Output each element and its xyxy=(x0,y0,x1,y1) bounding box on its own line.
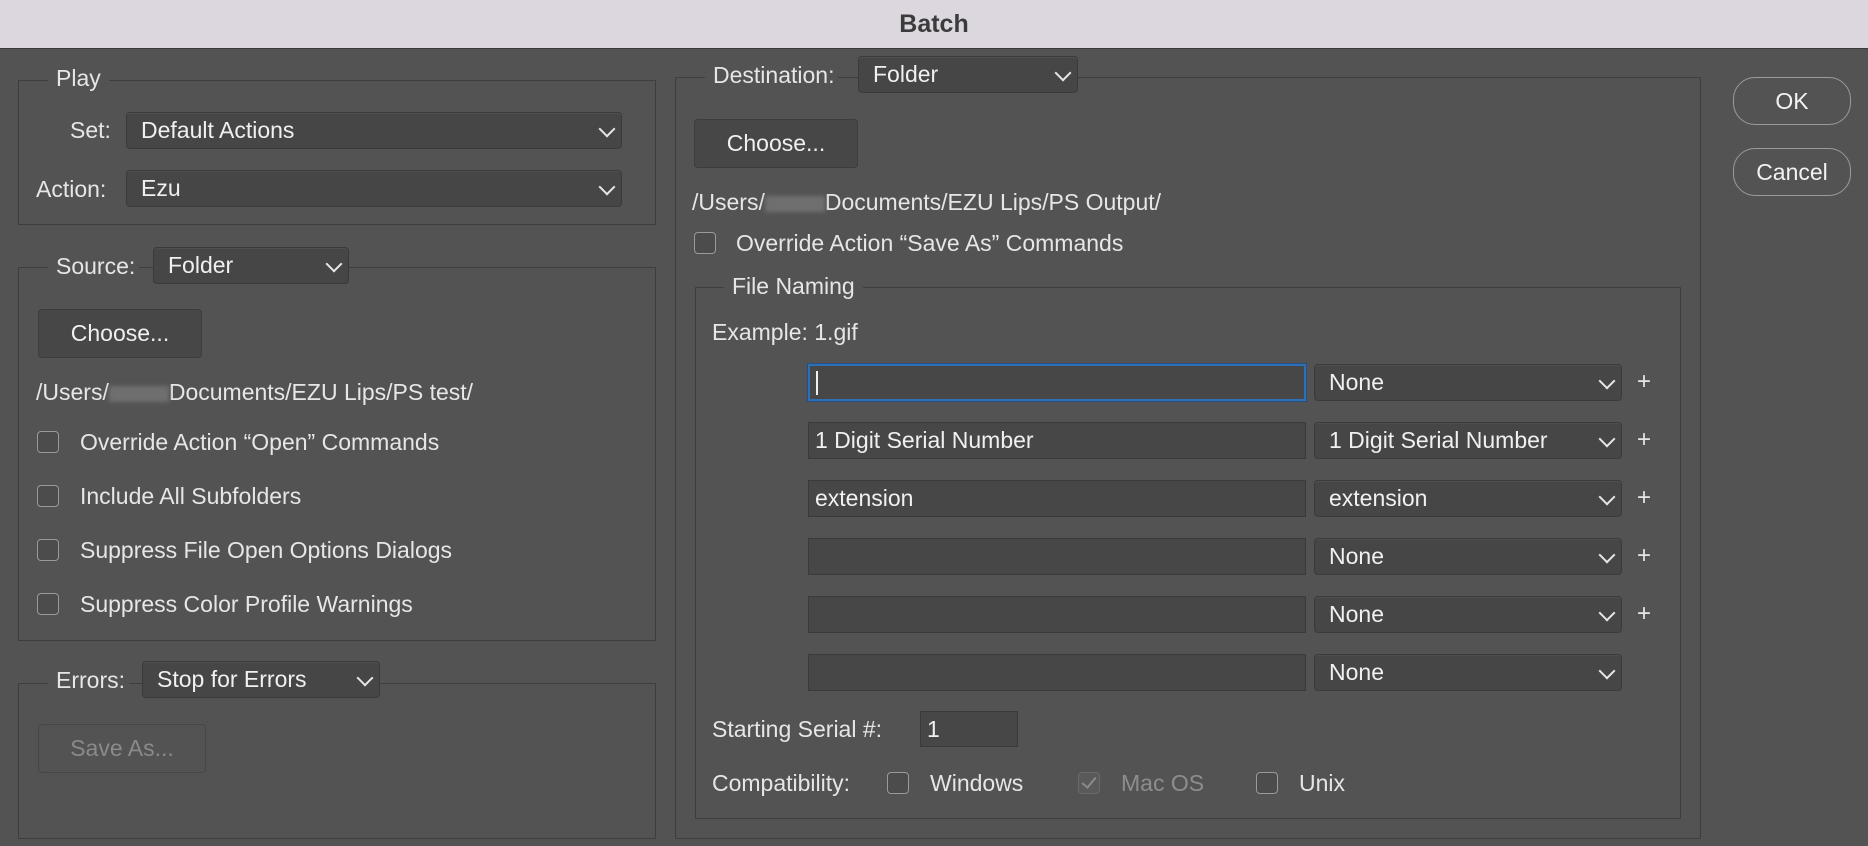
override-open-label: Override Action “Open” Commands xyxy=(80,429,440,455)
starting-serial-value: 1 xyxy=(927,715,940,742)
compatibility-label: Compatibility: xyxy=(712,770,851,796)
naming-field-2-value: 1 Digit Serial Number xyxy=(815,427,1034,453)
naming-select-5-value: None xyxy=(1329,601,1384,627)
chevron-down-icon xyxy=(1598,488,1616,505)
include-subfolders-checkbox[interactable] xyxy=(37,485,59,507)
naming-field-1[interactable] xyxy=(808,364,1306,401)
chevron-down-icon xyxy=(1598,546,1616,563)
source-path: /Users/Documents/EZU Lips/PS test/ xyxy=(36,377,473,407)
naming-select-6[interactable]: None xyxy=(1314,654,1622,691)
file-naming-legend: File Naming xyxy=(724,271,863,301)
add-row-icon[interactable]: + xyxy=(1634,484,1654,512)
destination-select-value: Folder xyxy=(873,61,939,87)
include-subfolders-label: Include All Subfolders xyxy=(80,483,302,509)
naming-field-3-value: extension xyxy=(815,485,914,511)
unix-checkbox[interactable] xyxy=(1256,772,1278,794)
set-label: Set: xyxy=(70,117,111,143)
naming-select-1-value: None xyxy=(1329,369,1384,395)
source-path-prefix: /Users/ xyxy=(36,379,109,405)
windows-label: Windows xyxy=(930,770,1024,796)
source-select-value: Folder xyxy=(168,252,234,278)
destination-label: Destination: xyxy=(705,60,839,90)
naming-select-6-value: None xyxy=(1329,659,1384,685)
naming-field-5[interactable] xyxy=(808,596,1306,633)
add-row-icon[interactable]: + xyxy=(1634,426,1654,454)
naming-select-1[interactable]: None xyxy=(1314,364,1622,401)
naming-select-3-value: extension xyxy=(1329,485,1428,511)
chevron-down-icon xyxy=(356,669,374,686)
add-row-icon[interactable]: + xyxy=(1634,542,1654,570)
chevron-down-icon xyxy=(1054,64,1072,81)
action-select[interactable]: Ezu xyxy=(126,170,622,207)
add-row-icon[interactable]: + xyxy=(1634,600,1654,628)
naming-select-2-value: 1 Digit Serial Number xyxy=(1329,427,1548,453)
suppress-color-warnings-label: Suppress Color Profile Warnings xyxy=(80,591,413,617)
naming-field-6[interactable] xyxy=(808,654,1306,691)
redacted-username xyxy=(108,385,169,402)
source-label: Source: xyxy=(48,251,140,281)
text-caret xyxy=(816,370,818,395)
override-save-as-checkbox[interactable] xyxy=(694,232,716,254)
unix-label: Unix xyxy=(1299,770,1346,796)
redacted-username xyxy=(764,195,825,212)
play-legend: Play xyxy=(48,63,109,93)
errors-select[interactable]: Stop for Errors xyxy=(142,661,380,698)
title-bar: Batch xyxy=(0,0,1868,49)
errors-label: Errors: xyxy=(48,665,129,695)
override-open-checkbox[interactable] xyxy=(37,431,59,453)
suppress-open-dialogs-checkbox[interactable] xyxy=(37,539,59,561)
action-select-value: Ezu xyxy=(141,175,181,201)
destination-path-suffix: Documents/EZU Lips/PS Output/ xyxy=(824,189,1162,215)
mac-os-label: Mac OS xyxy=(1121,770,1205,796)
source-choose-button[interactable]: Choose... xyxy=(38,309,202,358)
cancel-button[interactable]: Cancel xyxy=(1733,148,1851,196)
mac-os-checkbox[interactable] xyxy=(1078,772,1100,794)
chevron-down-icon xyxy=(598,120,616,137)
errors-select-value: Stop for Errors xyxy=(157,666,307,692)
chevron-down-icon xyxy=(598,178,616,195)
destination-path-prefix: /Users/ xyxy=(692,189,765,215)
naming-select-3[interactable]: extension xyxy=(1314,480,1622,517)
naming-select-4-value: None xyxy=(1329,543,1384,569)
source-select[interactable]: Folder xyxy=(153,247,349,284)
add-row-icon[interactable]: + xyxy=(1634,368,1654,396)
source-path-suffix: Documents/EZU Lips/PS test/ xyxy=(168,379,474,405)
windows-checkbox[interactable] xyxy=(887,772,909,794)
checkmark-icon xyxy=(1081,773,1097,789)
starting-serial-input[interactable]: 1 xyxy=(920,711,1018,747)
window-title: Batch xyxy=(899,9,969,38)
destination-path: /Users/Documents/EZU Lips/PS Output/ xyxy=(692,187,1161,217)
naming-select-2[interactable]: 1 Digit Serial Number xyxy=(1314,422,1622,459)
naming-select-4[interactable]: None xyxy=(1314,538,1622,575)
destination-choose-button[interactable]: Choose... xyxy=(694,119,858,168)
naming-field-3[interactable]: extension xyxy=(808,480,1306,517)
starting-serial-label: Starting Serial #: xyxy=(712,716,883,742)
naming-field-4[interactable] xyxy=(808,538,1306,575)
naming-select-5[interactable]: None xyxy=(1314,596,1622,633)
override-save-as-label: Override Action “Save As” Commands xyxy=(736,230,1124,256)
save-as-button[interactable]: Save As... xyxy=(38,724,206,773)
set-select-value: Default Actions xyxy=(141,117,295,143)
naming-field-2[interactable]: 1 Digit Serial Number xyxy=(808,422,1306,459)
chevron-down-icon xyxy=(1598,372,1616,389)
suppress-color-warnings-checkbox[interactable] xyxy=(37,593,59,615)
file-naming-example: Example: 1.gif xyxy=(712,319,858,345)
ok-button[interactable]: OK xyxy=(1733,77,1851,125)
chevron-down-icon xyxy=(325,255,343,272)
destination-select[interactable]: Folder xyxy=(858,56,1078,93)
chevron-down-icon xyxy=(1598,604,1616,621)
chevron-down-icon xyxy=(1598,430,1616,447)
chevron-down-icon xyxy=(1598,662,1616,679)
suppress-open-dialogs-label: Suppress File Open Options Dialogs xyxy=(80,537,453,563)
action-label: Action: xyxy=(36,176,107,202)
set-select[interactable]: Default Actions xyxy=(126,112,622,149)
